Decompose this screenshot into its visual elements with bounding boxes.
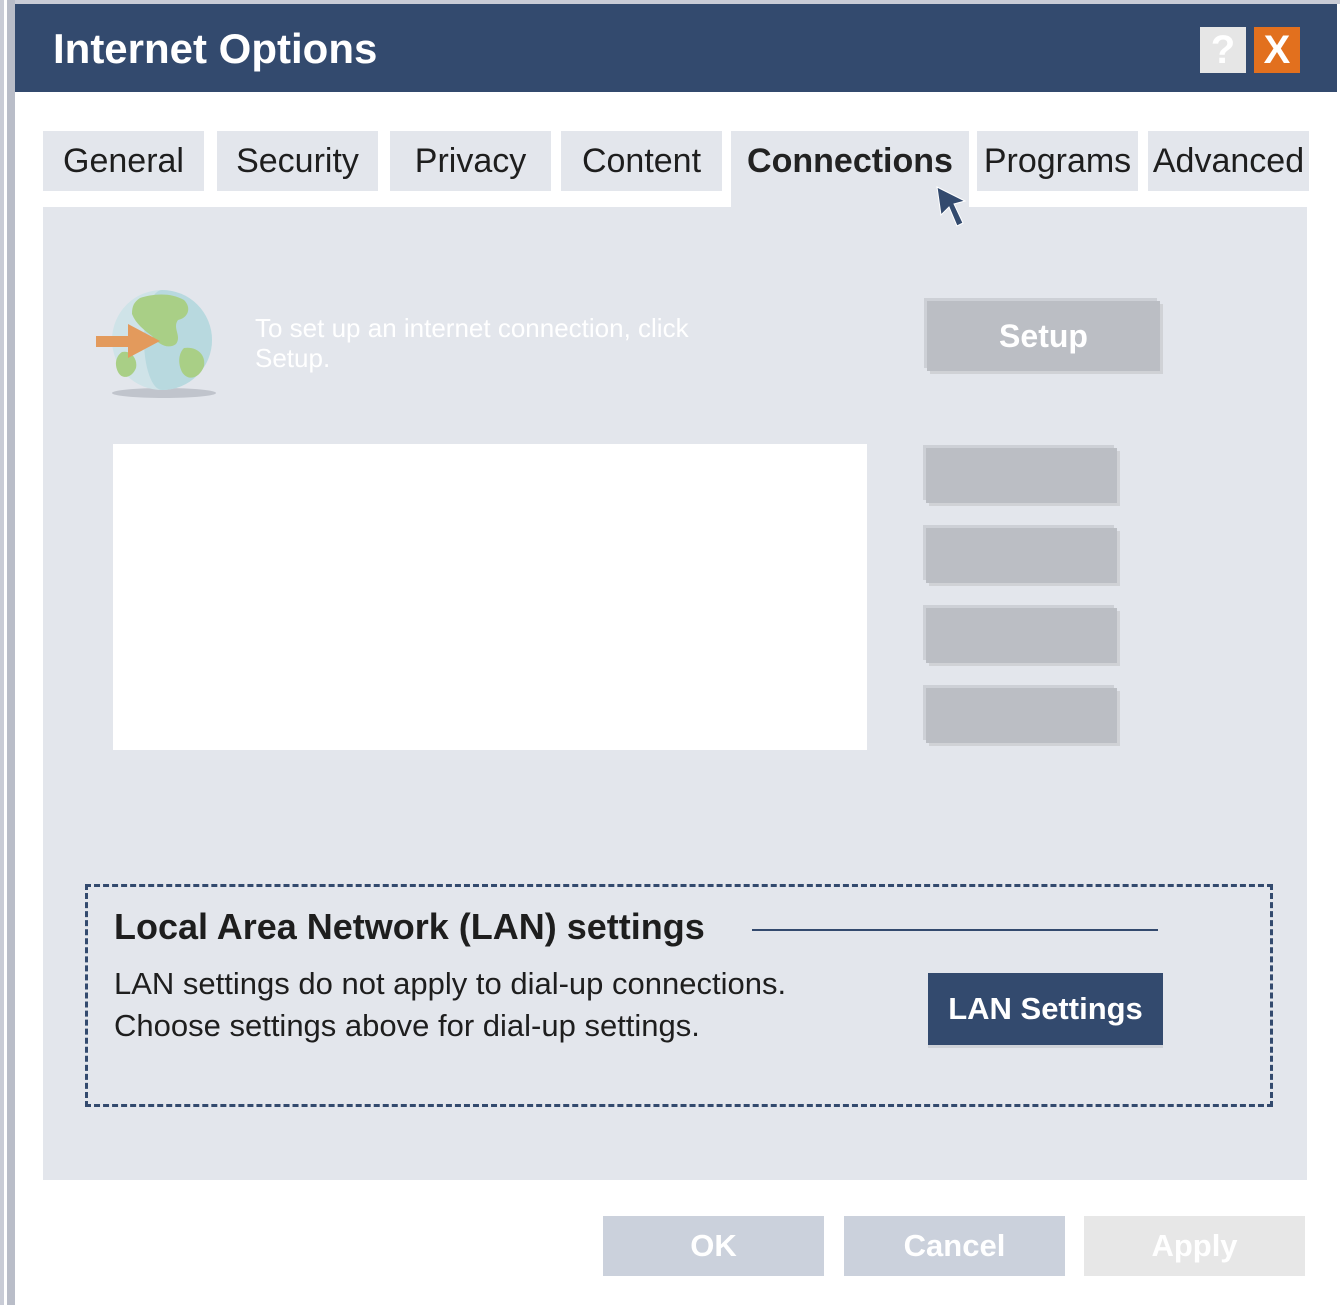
tab-connections[interactable]: Connections [731,131,969,208]
tab-advanced[interactable]: Advanced [1148,131,1309,191]
lan-description-line2: Choose settings above for dial-up settin… [114,1008,700,1043]
ok-button[interactable]: OK [603,1216,824,1276]
tab-security[interactable]: Security [217,131,378,191]
lan-settings-button[interactable]: LAN Settings [928,973,1163,1045]
lan-description-line1: LAN settings do not apply to dial-up con… [114,966,787,1001]
title-bar: Internet Options ? X [15,4,1337,92]
tab-content[interactable]: Content [561,131,722,191]
help-button[interactable]: ? [1200,27,1246,73]
mouse-pointer-icon [936,186,967,227]
dialup-connections-list[interactable] [113,444,867,750]
tab-privacy[interactable]: Privacy [390,131,551,191]
settings-button[interactable] [926,688,1117,743]
add-button[interactable] [926,448,1117,503]
lan-heading-divider [752,929,1158,931]
setup-instruction: To set up an internet connection, click … [255,313,689,373]
close-button[interactable]: X [1254,27,1300,73]
apply-button[interactable]: Apply [1084,1216,1305,1276]
add-vpn-button[interactable] [926,528,1117,583]
window-title: Internet Options [53,25,378,72]
tab-general[interactable]: General [43,131,204,191]
globe-arrow-icon [96,290,216,398]
lan-heading: Local Area Network (LAN) settings [114,906,705,947]
window-frame-left [0,0,15,1305]
tab-programs[interactable]: Programs [977,131,1138,191]
setup-button[interactable]: Setup [927,301,1160,371]
cancel-button[interactable]: Cancel [844,1216,1065,1276]
remove-button[interactable] [926,608,1117,663]
